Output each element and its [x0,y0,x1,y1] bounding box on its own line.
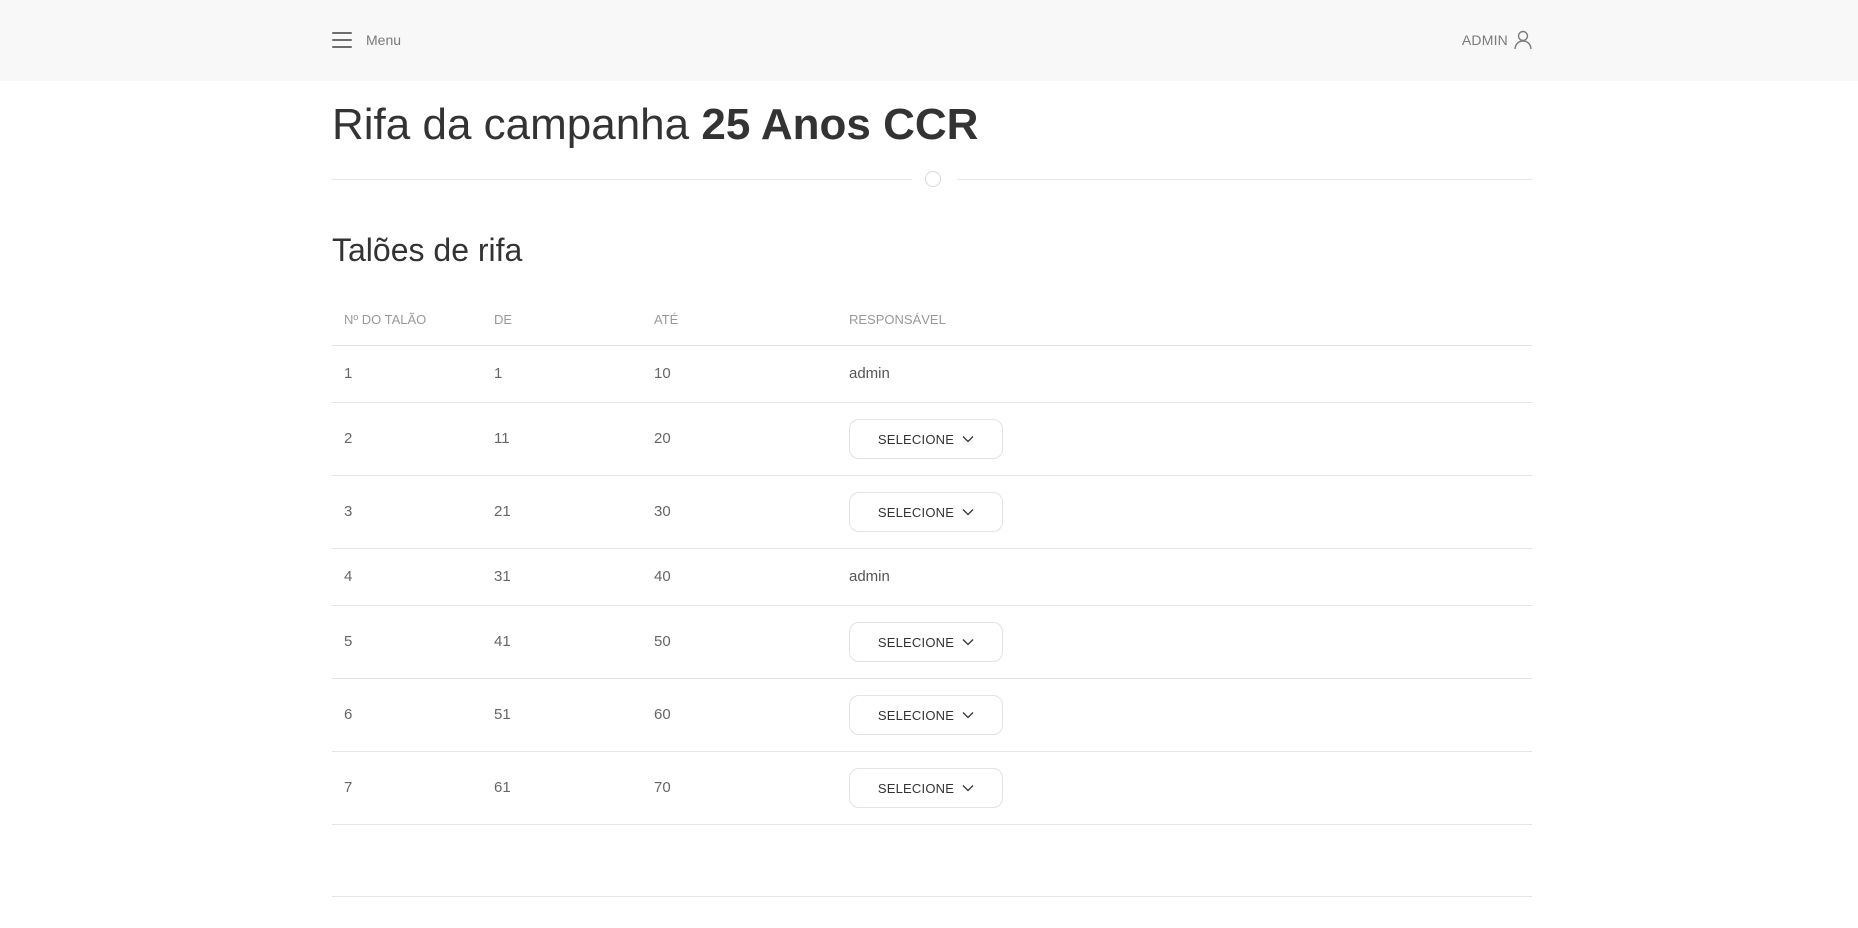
top-navigation-bar: Menu ADMIN [0,0,1858,81]
raffle-books-table: Nº DO TALÃO DE ATÉ RESPONSÁVEL 1 1 10 ad… [332,300,1532,825]
select-label: SELECIONE [877,504,955,520]
select-label: SELECIONE [877,707,955,723]
cell-responsavel: admin [849,365,890,382]
cell-ate: 40 [654,568,671,585]
responsavel-select[interactable]: SELECIONE [849,695,1003,735]
cell-ate: 50 [654,633,671,650]
hamburger-menu-icon [332,32,352,48]
page-title: Rifa da campanha 25 Anos CCR [332,100,978,150]
select-label: SELECIONE [877,634,955,650]
user-account-button[interactable]: ADMIN [1462,28,1532,52]
cell-de: 51 [494,706,511,723]
cell-numero: 2 [344,430,353,447]
chevron-down-icon [962,711,974,719]
table-row: 4 31 40 admin [332,549,1532,606]
user-label: ADMIN [1461,32,1508,48]
column-header-de: DE [494,312,513,327]
responsavel-select[interactable]: SELECIONE [849,768,1003,808]
cell-ate: 10 [654,365,671,382]
chevron-down-icon [962,435,974,443]
table-row: 6 51 60 SELECIONE [332,679,1532,752]
cell-numero: 7 [344,779,353,796]
menu-button[interactable]: Menu [332,28,401,52]
cell-de: 61 [494,779,511,796]
cell-de: 31 [494,568,511,585]
cell-ate: 70 [654,779,671,796]
responsavel-select[interactable]: SELECIONE [849,419,1003,459]
select-label: SELECIONE [877,780,955,796]
select-label: SELECIONE [877,431,955,447]
table-row: 3 21 30 SELECIONE [332,476,1532,549]
footer-divider [332,896,1532,897]
cell-numero: 4 [344,568,353,585]
table-row: 7 61 70 SELECIONE [332,752,1532,825]
cell-numero: 6 [344,706,353,723]
column-header-numero: Nº DO TALÃO [344,312,427,327]
column-header-responsavel: RESPONSÁVEL [849,312,946,327]
table-row: 2 11 20 SELECIONE [332,403,1532,476]
title-divider [332,171,1532,187]
cell-numero: 1 [344,365,353,382]
campaign-name: 25 Anos CCR [701,100,979,149]
cell-de: 41 [494,633,511,650]
page-title-prefix: Rifa da campanha [332,100,702,149]
table-row: 1 1 10 admin [332,346,1532,403]
chevron-down-icon [962,508,974,516]
cell-ate: 60 [654,706,671,723]
cell-ate: 20 [654,430,671,447]
cell-numero: 5 [344,633,353,650]
menu-label: Menu [366,32,402,48]
cell-de: 1 [494,365,503,382]
responsavel-select[interactable]: SELECIONE [849,622,1003,662]
user-icon [1514,30,1532,50]
divider-circle-icon [925,171,941,187]
responsavel-select[interactable]: SELECIONE [849,492,1003,532]
cell-numero: 3 [344,503,353,520]
section-title: Talões de rifa [332,232,523,268]
column-header-ate: ATÉ [654,312,679,327]
chevron-down-icon [962,784,974,792]
cell-de: 21 [494,503,511,520]
cell-ate: 30 [654,503,671,520]
chevron-down-icon [962,638,974,646]
cell-de: 11 [494,430,510,447]
cell-responsavel: admin [849,568,890,585]
table-header: Nº DO TALÃO DE ATÉ RESPONSÁVEL [332,300,1532,346]
table-row: 5 41 50 SELECIONE [332,606,1532,679]
